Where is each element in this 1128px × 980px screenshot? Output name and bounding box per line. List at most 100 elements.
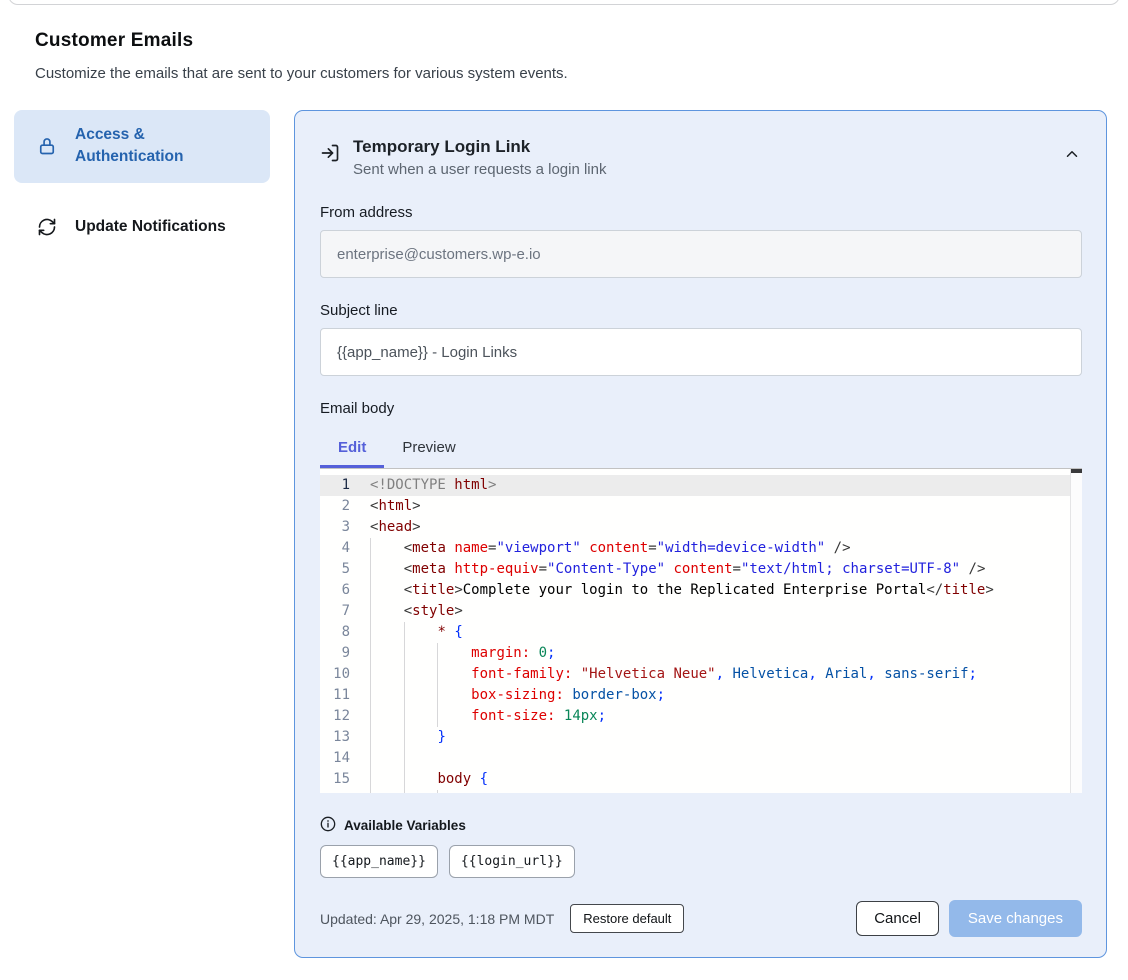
indent-guide bbox=[404, 643, 405, 664]
email-body-label: Email body bbox=[320, 400, 1082, 417]
temporary-login-link-card: Temporary Login Link Sent when a user re… bbox=[294, 110, 1107, 958]
editor-scrollbar-thumb[interactable] bbox=[1071, 469, 1082, 473]
code-line: 9 margin: 0; bbox=[320, 643, 1082, 664]
indent-guide bbox=[404, 748, 405, 769]
sidebar-item-label: Access & Authentication bbox=[75, 124, 256, 169]
card-footer: Updated: Apr 29, 2025, 1:18 PM MDT Resto… bbox=[320, 900, 1082, 937]
indent-guide bbox=[404, 706, 405, 727]
line-content: <style> bbox=[350, 601, 463, 622]
panel-header: Temporary Login Link Sent when a user re… bbox=[320, 137, 1082, 178]
line-number: 7 bbox=[320, 601, 350, 622]
subject-line-label: Subject line bbox=[320, 302, 1082, 319]
tab-preview[interactable]: Preview bbox=[384, 429, 473, 468]
line-number: 12 bbox=[320, 706, 350, 727]
line-number: 14 bbox=[320, 748, 350, 769]
save-changes-button[interactable]: Save changes bbox=[949, 900, 1082, 937]
indent-guide bbox=[437, 790, 438, 793]
line-number: 8 bbox=[320, 622, 350, 643]
line-content: box-sizing: border-box; bbox=[350, 685, 665, 706]
panel-title: Temporary Login Link bbox=[353, 137, 1049, 157]
indent-guide bbox=[404, 622, 405, 643]
indent-guide bbox=[404, 685, 405, 706]
code-line: 14 bbox=[320, 748, 1082, 769]
restore-default-button[interactable]: Restore default bbox=[570, 904, 684, 933]
variable-chip-app-name[interactable]: {{app_name}} bbox=[320, 845, 438, 878]
subject-line-input[interactable] bbox=[320, 328, 1082, 376]
available-variables-section: Available Variables {{app_name}} {{login_… bbox=[320, 816, 1082, 878]
from-address-input[interactable] bbox=[320, 230, 1082, 278]
line-content: <head> bbox=[350, 517, 421, 538]
cancel-button[interactable]: Cancel bbox=[856, 901, 939, 936]
email-body-code-editor[interactable]: 1<!DOCTYPE html>2<html>3<head>4 <meta na… bbox=[320, 468, 1082, 793]
editor-scrollbar[interactable] bbox=[1070, 469, 1082, 793]
indent-guide bbox=[404, 664, 405, 685]
line-number: 15 bbox=[320, 769, 350, 790]
code-line: 4 <meta name="viewport" content="width=d… bbox=[320, 538, 1082, 559]
indent-guide bbox=[370, 580, 371, 601]
indent-guide bbox=[437, 685, 438, 706]
sidebar-item-access-authentication[interactable]: Access & Authentication bbox=[14, 110, 270, 183]
line-number: 6 bbox=[320, 580, 350, 601]
line-content: font-size: 14px; bbox=[350, 706, 606, 727]
line-content: } bbox=[350, 727, 446, 748]
code-line: 6 <title>Complete your login to the Repl… bbox=[320, 580, 1082, 601]
line-content: background-color: #f8f8f8; bbox=[350, 790, 690, 793]
indent-guide bbox=[404, 727, 405, 748]
line-content: <!DOCTYPE html> bbox=[350, 475, 496, 496]
code-line: 13 } bbox=[320, 727, 1082, 748]
line-number: 11 bbox=[320, 685, 350, 706]
code-line: 7 <style> bbox=[320, 601, 1082, 622]
panel-titles: Temporary Login Link Sent when a user re… bbox=[353, 137, 1049, 178]
indent-guide bbox=[370, 622, 371, 643]
variable-chip-login-url[interactable]: {{login_url}} bbox=[449, 845, 575, 878]
indent-guide bbox=[370, 601, 371, 622]
code-line: 12 font-size: 14px; bbox=[320, 706, 1082, 727]
previous-card-bottom-edge bbox=[8, 0, 1120, 5]
updated-timestamp: Updated: Apr 29, 2025, 1:18 PM MDT bbox=[320, 911, 554, 927]
line-number: 13 bbox=[320, 727, 350, 748]
indent-guide bbox=[370, 538, 371, 559]
indent-guide bbox=[370, 727, 371, 748]
collapse-panel-button[interactable] bbox=[1062, 145, 1082, 165]
indent-guide bbox=[404, 769, 405, 790]
page-header: Customer Emails Customize the emails tha… bbox=[35, 30, 935, 82]
tab-edit[interactable]: Edit bbox=[320, 429, 384, 468]
code-line: 10 font-family: "Helvetica Neue", Helvet… bbox=[320, 664, 1082, 685]
line-number: 16 bbox=[320, 790, 350, 793]
code-lines: 1<!DOCTYPE html>2<html>3<head>4 <meta na… bbox=[320, 469, 1082, 793]
code-line: 11 box-sizing: border-box; bbox=[320, 685, 1082, 706]
customer-emails-page: Customer Emails Customize the emails tha… bbox=[0, 0, 1128, 980]
info-icon bbox=[320, 816, 336, 835]
indent-guide bbox=[370, 664, 371, 685]
indent-guide bbox=[370, 748, 371, 769]
line-content: <html> bbox=[350, 496, 421, 517]
indent-guide bbox=[370, 643, 371, 664]
email-body-tabs: EditPreview bbox=[320, 429, 1082, 468]
variable-chips: {{app_name}} {{login_url}} bbox=[320, 845, 1082, 878]
code-line: 16 background-color: #f8f8f8; bbox=[320, 790, 1082, 793]
line-content: <title>Complete your login to the Replic… bbox=[350, 580, 994, 601]
line-number: 2 bbox=[320, 496, 350, 517]
indent-guide bbox=[437, 664, 438, 685]
from-address-label: From address bbox=[320, 204, 1082, 221]
available-variables-label: Available Variables bbox=[344, 818, 466, 833]
line-content: <meta http-equiv="Content-Type" content=… bbox=[350, 559, 985, 580]
indent-guide bbox=[404, 790, 405, 793]
line-content: * { bbox=[350, 622, 463, 643]
sidebar-item-update-notifications[interactable]: Update Notifications bbox=[14, 202, 270, 252]
indent-guide bbox=[370, 706, 371, 727]
code-line: 3<head> bbox=[320, 517, 1082, 538]
line-number: 9 bbox=[320, 643, 350, 664]
indent-guide bbox=[370, 769, 371, 790]
indent-guide bbox=[370, 559, 371, 580]
code-line: 1<!DOCTYPE html> bbox=[320, 475, 1082, 496]
email-types-sidebar: Access & Authentication Update Notificati… bbox=[14, 110, 270, 252]
code-line: 2<html> bbox=[320, 496, 1082, 517]
line-number: 5 bbox=[320, 559, 350, 580]
indent-guide bbox=[370, 685, 371, 706]
refresh-icon bbox=[37, 217, 57, 237]
page-title: Customer Emails bbox=[35, 30, 935, 52]
code-line: 8 * { bbox=[320, 622, 1082, 643]
line-content: margin: 0; bbox=[350, 643, 555, 664]
indent-guide bbox=[437, 643, 438, 664]
